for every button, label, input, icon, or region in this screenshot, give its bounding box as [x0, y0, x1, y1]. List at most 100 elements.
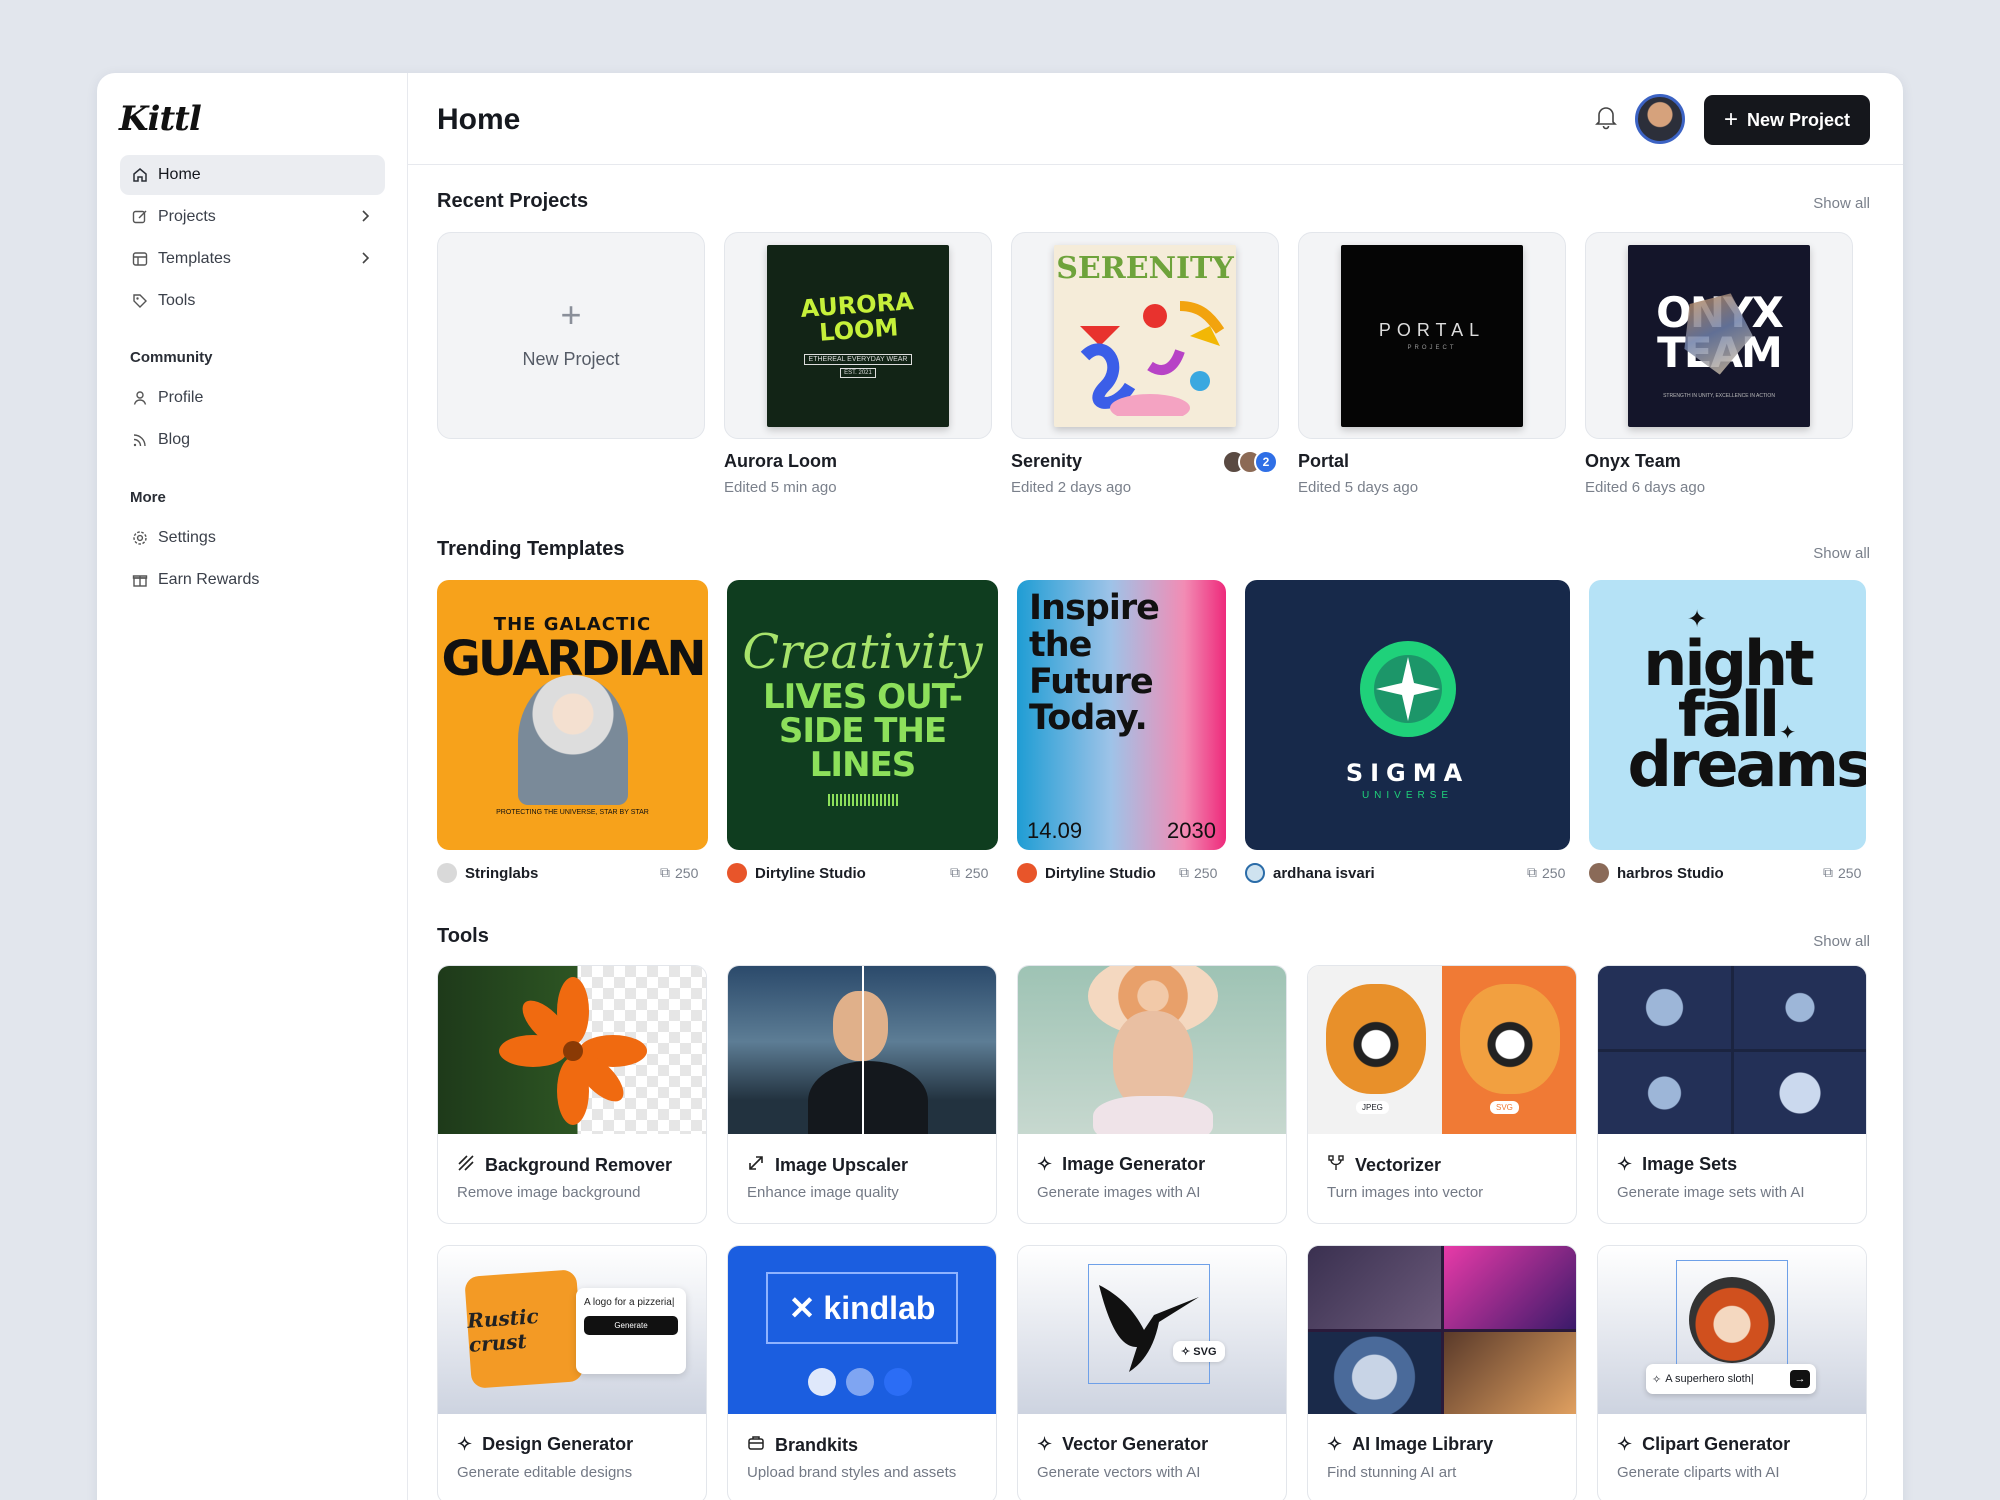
- project-name[interactable]: Portal: [1298, 451, 1349, 472]
- avatar: [437, 863, 457, 883]
- project-card-portal[interactable]: PORTAL PROJECT: [1298, 232, 1566, 439]
- astronaut-figure: [517, 675, 628, 805]
- copy-icon: ⧉: [950, 864, 960, 880]
- tool-image: ✕ kindlab: [728, 1246, 996, 1414]
- gift-icon: [131, 571, 149, 589]
- main-content: Home + New Project Recent Projects Show …: [408, 73, 1903, 1500]
- avatar: [1245, 863, 1265, 883]
- selection-box[interactable]: [1676, 1260, 1788, 1380]
- copy-icon: ⧉: [1527, 864, 1537, 880]
- edit-icon: [131, 208, 149, 226]
- template-author[interactable]: Dirtyline Studio: [1017, 863, 1156, 883]
- sidebar: Kittl Home Projects Templates Tools Comm…: [97, 73, 408, 1500]
- copy-icon: ⧉: [1179, 864, 1189, 880]
- template-author[interactable]: Dirtyline Studio: [727, 863, 866, 883]
- bell-icon[interactable]: [1594, 104, 1618, 135]
- library-thumb[interactable]: [1308, 1246, 1441, 1329]
- color-swatch[interactable]: [808, 1368, 836, 1396]
- trending-show-all-link[interactable]: Show all: [1813, 545, 1870, 562]
- project-edited: Edited 5 days ago: [1298, 479, 1419, 496]
- tools-show-all-link[interactable]: Show all: [1813, 933, 1870, 950]
- split-divider[interactable]: [862, 966, 864, 1134]
- tool-image: ✧ A superhero sloth| →: [1598, 1246, 1866, 1414]
- collaborators-group[interactable]: 2: [1222, 450, 1278, 474]
- tool-name: Clipart Generator: [1642, 1434, 1791, 1454]
- insect-art: [1598, 1051, 1731, 1134]
- tool-description: Generate images with AI: [1037, 1184, 1201, 1201]
- project-name[interactable]: Onyx Team: [1585, 451, 1681, 472]
- chevron-right-icon: [361, 209, 371, 228]
- project-edited: Edited 6 days ago: [1585, 479, 1706, 496]
- library-thumb[interactable]: [1443, 1331, 1576, 1414]
- recent-show-all-link[interactable]: Show all: [1813, 195, 1870, 212]
- project-card-aurora-loom[interactable]: AURORA LOOM ETHEREAL EVERYDAY WEAR EST. …: [724, 232, 992, 439]
- insect-art: [1733, 966, 1866, 1049]
- sidebar-item-earn-rewards[interactable]: Earn Rewards: [120, 560, 385, 600]
- prompt-field[interactable]: ✧ A superhero sloth| →: [1646, 1364, 1816, 1394]
- more-heading: More: [130, 489, 166, 506]
- library-thumb[interactable]: [1308, 1331, 1441, 1414]
- color-swatch[interactable]: [884, 1368, 912, 1396]
- plus-icon: +: [560, 294, 582, 335]
- page-title: Home: [437, 103, 521, 136]
- plus-icon: +: [1723, 106, 1738, 133]
- template-night-fall-dreams[interactable]: night fall dreams ✦ ✦: [1589, 580, 1866, 850]
- avatar[interactable]: [1635, 94, 1685, 144]
- tool-vectorizer[interactable]: JPEG SVG Vectorizer Turn images into vec…: [1307, 965, 1577, 1224]
- tool-design-generator[interactable]: Rustic crust A logo for a pizzeria| Gene…: [437, 1245, 707, 1500]
- template-sigma-universe[interactable]: SIGMA UNIVERSE: [1245, 580, 1570, 850]
- project-edited: Edited 5 min ago: [724, 479, 837, 496]
- tool-brandkits[interactable]: ✕ kindlab Brandkits Upload brand styles a…: [727, 1245, 997, 1500]
- library-thumb[interactable]: [1443, 1246, 1576, 1329]
- template-inspire-future[interactable]: Inspire the Future Today. 14.09 2030: [1017, 580, 1226, 850]
- sparkle-icon: ✧: [1617, 1154, 1633, 1174]
- kittl-logo[interactable]: Kittl: [119, 99, 202, 139]
- submit-arrow-icon[interactable]: →: [1790, 1370, 1810, 1388]
- project-name[interactable]: Serenity: [1011, 451, 1082, 472]
- project-name[interactable]: Aurora Loom: [724, 451, 837, 472]
- recent-projects-heading: Recent Projects: [437, 190, 589, 212]
- tool-description: Upload brand styles and assets: [747, 1464, 957, 1481]
- tool-name: Image Generator: [1062, 1154, 1206, 1174]
- tool-name: Design Generator: [482, 1434, 634, 1454]
- sidebar-item-profile[interactable]: Profile: [120, 378, 385, 418]
- sidebar-item-templates[interactable]: Templates: [120, 239, 385, 279]
- rss-icon: [131, 431, 149, 449]
- home-icon: [131, 166, 149, 184]
- tool-image-upscaler[interactable]: Image Upscaler Enhance image quality: [727, 965, 997, 1224]
- expand-icon: [747, 1154, 765, 1177]
- template-creativity[interactable]: Creativity LIVES OUT-SIDE THE LINES: [727, 580, 998, 850]
- new-project-card[interactable]: + New Project: [437, 232, 705, 439]
- template-author[interactable]: Stringlabs: [437, 863, 538, 883]
- sidebar-item-label: Tools: [158, 292, 196, 309]
- tool-description: Generate vectors with AI: [1037, 1464, 1201, 1481]
- tool-image: [438, 966, 706, 1134]
- user-icon: [131, 389, 149, 407]
- project-card-serenity[interactable]: SERENITY: [1011, 232, 1279, 439]
- new-project-button[interactable]: + New Project: [1704, 95, 1870, 145]
- tiger-raster-art: [1326, 984, 1426, 1094]
- template-author[interactable]: ardhana isvari: [1245, 863, 1375, 883]
- sidebar-item-projects[interactable]: Projects: [120, 197, 385, 237]
- insect-art: [1733, 1051, 1866, 1134]
- tool-vector-generator[interactable]: ✧ SVG ✧ Vector Generator Generate vectors…: [1017, 1245, 1287, 1500]
- project-card-onyx-team[interactable]: ONYX TEAM STRENGTH IN UNITY, EXCELLENCE …: [1585, 232, 1853, 439]
- brand-logo-frame[interactable]: ✕ kindlab: [766, 1272, 958, 1344]
- template-galactic-guardian[interactable]: THE GALACTIC GUARDIAN PROTECTING THE UNI…: [437, 580, 708, 850]
- sidebar-item-blog[interactable]: Blog: [120, 420, 385, 460]
- sidebar-item-settings[interactable]: Settings: [120, 518, 385, 558]
- sloth-clipart: [1689, 1277, 1775, 1363]
- tool-ai-image-library[interactable]: ✧ AI Image Library Find stunning AI art: [1307, 1245, 1577, 1500]
- template-author[interactable]: harbros Studio: [1589, 863, 1724, 883]
- tool-image-generator[interactable]: ✧ Image Generator Generate images with AI: [1017, 965, 1287, 1224]
- tool-image-sets[interactable]: ✧ Image Sets Generate image sets with AI: [1597, 965, 1867, 1224]
- sidebar-item-tools[interactable]: Tools: [120, 281, 385, 321]
- sidebar-item-home[interactable]: Home: [120, 155, 385, 195]
- project-thumbnail: SERENITY: [1054, 244, 1236, 427]
- tool-background-remover[interactable]: Background Remover Remove image backgrou…: [437, 965, 707, 1224]
- color-swatch[interactable]: [846, 1368, 874, 1396]
- tag-icon: [131, 292, 149, 310]
- selection-box[interactable]: [1088, 1264, 1210, 1384]
- generate-button[interactable]: Generate: [584, 1316, 678, 1335]
- tool-clipart-generator[interactable]: ✧ A superhero sloth| → ✧ Clipart Generator…: [1597, 1245, 1867, 1500]
